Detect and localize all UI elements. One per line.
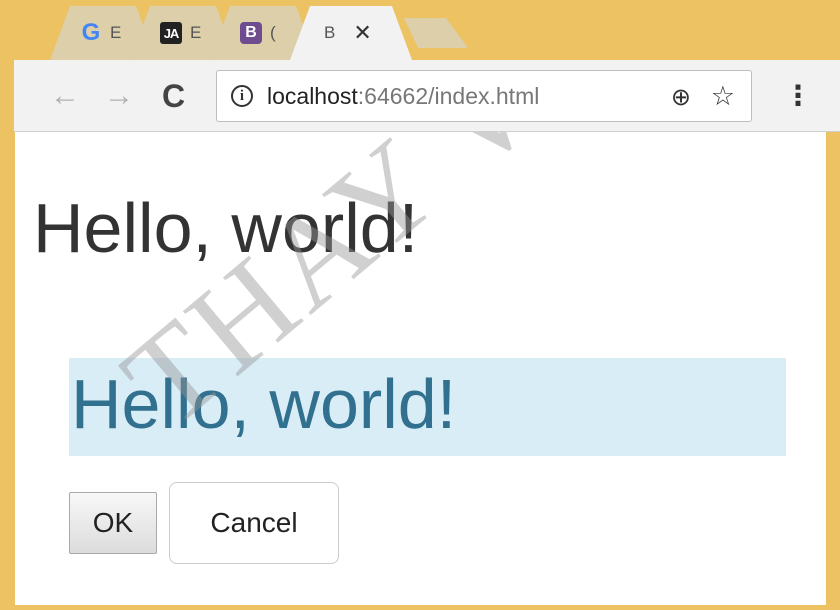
browser-toolbar: ← → C i localhost:64662/index.html ⊕ ☆ ⋮ <box>14 60 840 132</box>
zoom-icon[interactable]: ⊕ <box>671 83 691 112</box>
tab-strip: G E JA E B ( B ✕ <box>14 0 840 60</box>
browser-window: G E JA E B ( B ✕ ← → C i localhost:64662… <box>14 0 840 610</box>
url-host: localhost <box>267 82 358 109</box>
close-icon[interactable]: ✕ <box>353 22 371 44</box>
tab-title: E <box>190 23 202 42</box>
info-icon[interactable]: i <box>231 85 253 107</box>
back-arrow-icon[interactable]: ← <box>50 78 80 114</box>
tab-active[interactable]: B ✕ <box>290 6 412 60</box>
address-bar[interactable]: i localhost:64662/index.html ⊕ ☆ <box>216 70 752 122</box>
url-text[interactable]: localhost:64662/index.html <box>267 83 539 110</box>
tab-title: B <box>324 23 336 42</box>
jumbotron: Hello, world! <box>69 358 786 456</box>
forward-arrow-icon[interactable]: → <box>104 78 134 114</box>
page-viewport: Hello, world! Hello, world! OK Cancel TH… <box>15 132 826 605</box>
menu-dots-icon[interactable]: ⋮ <box>784 78 812 114</box>
jumbotron-text: Hello, world! <box>71 365 457 443</box>
tab-title: E <box>110 23 122 42</box>
google-favicon-icon: G <box>81 19 101 46</box>
reload-icon[interactable]: C <box>162 78 185 114</box>
url-path: :64662/index.html <box>357 82 540 109</box>
star-icon[interactable]: ☆ <box>711 81 735 112</box>
cancel-button[interactable]: Cancel <box>169 482 339 564</box>
ja-favicon-icon: JA <box>160 22 182 44</box>
bootstrap-favicon-icon: B <box>240 22 262 44</box>
tab-title: ( <box>270 23 276 42</box>
ok-button[interactable]: OK <box>69 492 157 554</box>
page-heading: Hello, world! <box>33 189 419 267</box>
